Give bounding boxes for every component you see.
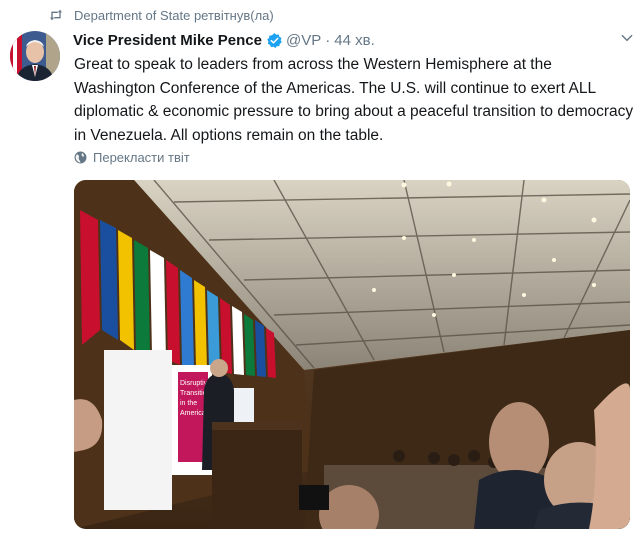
globe-icon [74, 151, 87, 164]
tweet-photo[interactable]: Disruptive Transition in the Americas [74, 180, 630, 529]
avatar[interactable] [10, 31, 60, 81]
tweet-text: Great to speak to leaders from across th… [74, 56, 634, 144]
sign-line-3: in the [180, 400, 197, 407]
verified-badge-icon [267, 32, 282, 48]
tweet-header: Vice President Mike Pence @VP · 44 хв. [73, 29, 632, 51]
retweet-context[interactable]: Department of State ретвітнув(ла) [48, 4, 274, 26]
author-name[interactable]: Vice President Mike Pence [73, 32, 262, 49]
author-handle[interactable]: @VP [286, 32, 321, 49]
separator-dot: · [325, 31, 331, 49]
retweet-label: Department of State ретвітнув(ла) [74, 7, 274, 23]
chevron-down-icon[interactable] [620, 31, 634, 45]
conference-photo: Disruptive Transition in the Americas [74, 180, 630, 529]
retweet-icon [50, 9, 62, 21]
translate-tweet-link[interactable]: Перекласти твіт [74, 150, 190, 165]
translate-label: Перекласти твіт [93, 150, 190, 165]
tweet-timestamp[interactable]: 44 хв. [334, 32, 375, 49]
